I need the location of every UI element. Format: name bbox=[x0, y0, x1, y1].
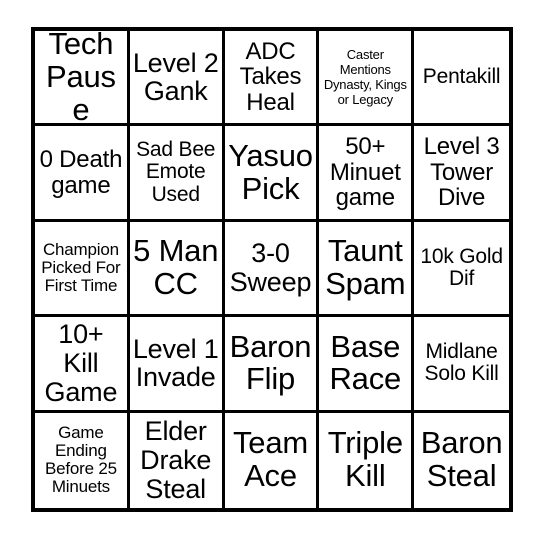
bingo-cell-label: 10+ Kill Game bbox=[44, 319, 118, 407]
bingo-cell-r2-c2[interactable]: Sad Bee Emote Used bbox=[129, 126, 225, 222]
bingo-cell-label: 50+ Minuet game bbox=[329, 133, 401, 212]
bingo-cell-label: Taunt Spam bbox=[325, 233, 406, 301]
bingo-cell-r5-c3[interactable]: Team Ace bbox=[224, 412, 320, 508]
bingo-cell-label: Elder Drake Steal bbox=[140, 416, 212, 504]
bingo-cell-label: 10k Gold Dif bbox=[420, 244, 503, 290]
bingo-cell-r5-c1[interactable]: Game Ending Before 25 Minuets bbox=[35, 412, 130, 508]
bingo-cell-r4-c3[interactable]: Baron Flip bbox=[224, 317, 320, 413]
bingo-cell-r2-c1[interactable]: 0 Death game bbox=[35, 126, 130, 222]
bingo-cell-r2-c5[interactable]: Level 3 Tower Dive bbox=[414, 126, 509, 222]
bingo-cell-r4-c2[interactable]: Level 1 Invade bbox=[129, 317, 225, 413]
bingo-cell-r1-c3[interactable]: ADC Takes Heal bbox=[224, 31, 320, 127]
bingo-cell-r3-c3[interactable]: 3-0 Sweep bbox=[224, 221, 320, 318]
bingo-cell-r5-c4[interactable]: Triple Kill bbox=[319, 412, 415, 508]
bingo-cell-r4-c4[interactable]: Base Race bbox=[319, 317, 415, 413]
bingo-cell-r2-c4[interactable]: 50+ Minuet game bbox=[319, 126, 415, 222]
bingo-cell-r4-c5[interactable]: Midlane Solo Kill bbox=[414, 317, 509, 413]
bingo-cell-label: Team Ace bbox=[232, 425, 308, 494]
bingo-cell-label: Baron Flip bbox=[229, 328, 312, 397]
bingo-cell-label: Base Race bbox=[329, 328, 402, 397]
bingo-cell-r1-c1[interactable]: Tech Pause bbox=[35, 31, 130, 127]
bingo-cell-r5-c2[interactable]: Elder Drake Steal bbox=[129, 412, 225, 508]
bingo-cell-label: Sad Bee Emote Used bbox=[136, 138, 216, 206]
bingo-cell-label: Yasuo Pick bbox=[228, 137, 313, 206]
bingo-cell-label: ADC Takes Heal bbox=[239, 38, 302, 116]
bingo-cell-label: 3-0 Sweep bbox=[229, 238, 312, 297]
bingo-cell-r5-c5[interactable]: Baron Steal bbox=[414, 412, 509, 508]
bingo-cell-r1-c5[interactable]: Pentakill bbox=[414, 31, 509, 127]
bingo-cell-r1-c2[interactable]: Level 2 Gank bbox=[129, 31, 225, 127]
bingo-card-grid: Tech Pause Level 2 Gank ADC Takes Heal Cast… bbox=[31, 27, 513, 512]
bingo-cell-label: Tech Pause bbox=[45, 31, 116, 127]
bingo-cell-label: Game Ending Before 25 Minuets bbox=[44, 423, 117, 497]
bingo-cell-r2-c3[interactable]: Yasuo Pick bbox=[224, 126, 320, 222]
bingo-cell-label: Champion Picked For First Time bbox=[41, 239, 121, 295]
bingo-cell-label: Midlane Solo Kill bbox=[424, 340, 499, 386]
bingo-cell-r1-c4[interactable]: Caster Mentions Dynasty, Kings or Legacy bbox=[319, 31, 415, 127]
bingo-cell-label: Triple Kill bbox=[327, 425, 403, 494]
bingo-cell-r3-c1[interactable]: Champion Picked For First Time bbox=[35, 221, 130, 318]
bingo-cell-r3-c5[interactable]: 10k Gold Dif bbox=[414, 221, 509, 318]
bingo-cell-r3-c2[interactable]: 5 Man CC bbox=[129, 221, 225, 318]
bingo-cell-r3-c4[interactable]: Taunt Spam bbox=[319, 221, 415, 318]
bingo-cell-label: Caster Mentions Dynasty, Kings or Legacy bbox=[323, 47, 407, 108]
bingo-cell-label: Pentakill bbox=[422, 65, 501, 89]
bingo-cell-label: 0 Death game bbox=[39, 146, 123, 199]
bingo-cell-label: Level 2 Gank bbox=[132, 47, 219, 107]
bingo-cell-label: Baron Steal bbox=[420, 425, 503, 494]
bingo-cell-label: Level 1 Invade bbox=[132, 333, 219, 393]
bingo-cell-label: 5 Man CC bbox=[133, 233, 219, 301]
bingo-cell-r4-c1[interactable]: 10+ Kill Game bbox=[35, 317, 130, 413]
bingo-cell-label: Level 3 Tower Dive bbox=[423, 133, 500, 212]
